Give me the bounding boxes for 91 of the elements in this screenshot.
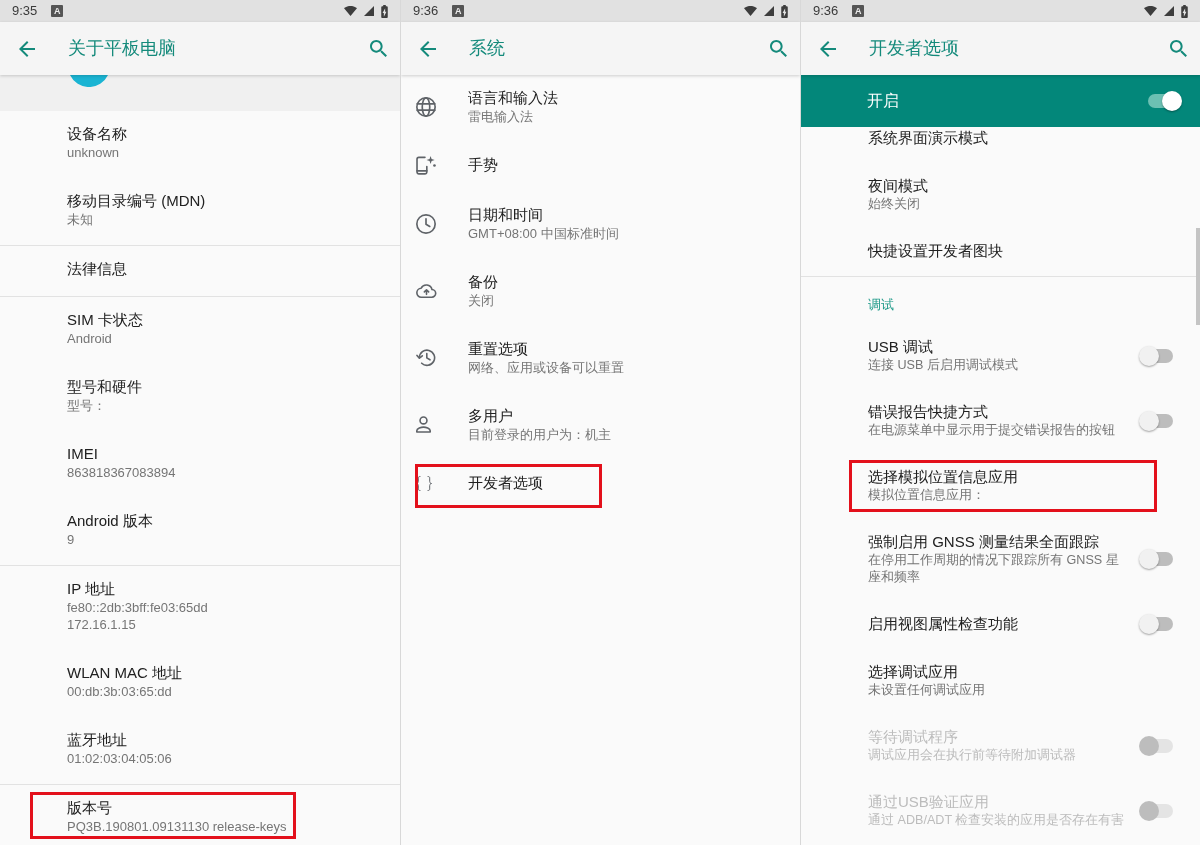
status-time: 9:35 (12, 2, 38, 21)
cell-signal-icon (1164, 6, 1174, 16)
setting-title[interactable]: 设备名称 (67, 124, 375, 144)
setting-title[interactable]: 多用户 (468, 406, 775, 426)
setting-title[interactable]: IP 地址 (67, 579, 375, 599)
setting-title[interactable]: 重置选项 (468, 339, 775, 359)
cell-signal-icon (364, 6, 374, 16)
setting-title[interactable]: 版本号 (67, 798, 375, 818)
setting-title[interactable]: 启用视图属性检查功能 (868, 614, 1126, 634)
wifi-icon (344, 6, 357, 16)
setting-title[interactable]: 手势 (468, 155, 775, 175)
phone-sparkle-icon (416, 155, 436, 175)
setting-summary: 目前登录的用户为：机主 (468, 426, 612, 443)
setting-summary: 未知 (67, 211, 94, 228)
avatar-icon (70, 75, 108, 87)
wifi-icon (1144, 6, 1157, 16)
setting-summary: GMT+08:00 中国标准时间 (468, 225, 620, 242)
setting-title[interactable]: 备份 (468, 272, 775, 292)
status-time: 9:36 (813, 2, 839, 21)
setting-summary: unknown (67, 144, 121, 161)
clock-icon (416, 213, 436, 234)
master-switch-bar[interactable]: 开启 (801, 75, 1200, 127)
page-title: 关于平板电脑 (68, 37, 176, 60)
setting-summary: 9 (67, 531, 76, 548)
wifi-icon (744, 6, 757, 16)
setting-summary: Android (67, 330, 113, 347)
setting-title[interactable]: Android 版本 (67, 511, 375, 531)
notification-icon: A (51, 5, 64, 17)
person-icon (416, 416, 431, 433)
globe-icon (416, 96, 436, 117)
battery-charging-icon (381, 4, 388, 18)
setting-title[interactable]: 开发者选项 (468, 473, 775, 493)
setting-summary: 863818367083894 (67, 464, 177, 481)
setting-title[interactable]: 选择模拟位置信息应用 (868, 467, 1175, 487)
setting-title[interactable]: USB 调试 (868, 337, 1126, 357)
setting-summary: 型号： (67, 397, 107, 414)
back-icon[interactable] (420, 40, 436, 57)
setting-title[interactable]: 快捷设置开发者图块 (868, 241, 1175, 261)
setting-title[interactable]: 强制启用 GNSS 测量结果全面跟踪 (868, 532, 1126, 552)
cell-signal-icon (764, 6, 774, 16)
toggle-switch[interactable] (1146, 91, 1182, 111)
setting-summary: 01:02:03:04:05:06 (67, 750, 173, 767)
toggle-switch[interactable] (1139, 345, 1175, 366)
toggle-switch[interactable] (1139, 549, 1175, 569)
setting-title: 等待调试程序 (868, 727, 959, 747)
setting-summary: 在电源菜单中显示用于提交错误报告的按钮 (868, 422, 1116, 439)
search-icon[interactable] (1170, 40, 1187, 57)
setting-summary: 未设置任何调试应用 (868, 682, 986, 699)
search-icon[interactable] (370, 40, 387, 57)
setting-summary: 始终关闭 (868, 196, 921, 213)
notification-icon: A (852, 5, 865, 17)
setting-title[interactable]: 日期和时间 (468, 205, 775, 225)
cloud-upload-icon (416, 283, 437, 298)
setting-summary: fe80::2db:3bff:fe03:65dd 172.16.1.15 (67, 599, 209, 633)
braces-icon (416, 475, 432, 491)
page-title: 开发者选项 (869, 37, 959, 60)
battery-charging-icon (1181, 4, 1188, 18)
setting-title[interactable]: 型号和硬件 (67, 377, 375, 397)
clock-arrow-icon (416, 348, 436, 367)
setting-title[interactable]: 法律信息 (67, 259, 375, 279)
setting-summary: 通过 ADB/ADT 检查安装的应用是否存在有害 (868, 812, 1126, 829)
battery-charging-icon (781, 4, 788, 18)
setting-title[interactable]: 蓝牙地址 (67, 730, 375, 750)
setting-title: 通过USB验证应用 (868, 792, 990, 812)
setting-title[interactable]: 系统界面演示模式 (868, 128, 1175, 148)
setting-title[interactable]: 错误报告快捷方式 (868, 402, 1126, 422)
setting-title[interactable]: 移动目录编号 (MDN) (67, 191, 375, 211)
setting-title[interactable]: 夜间模式 (868, 176, 1175, 196)
setting-title[interactable]: SIM 卡状态 (67, 310, 375, 330)
setting-summary: 连接 USB 后启用调试模式 (868, 357, 1019, 374)
setting-summary: 在停用工作周期的情况下跟踪所有 GNSS 星座和频率 (868, 552, 1120, 586)
setting-summary: 网络、应用或设备可以重置 (468, 359, 625, 376)
setting-summary: 雷电输入法 (468, 108, 534, 125)
setting-summary: 00:db:3b:03:65:dd (67, 683, 173, 700)
status-time: 9:36 (413, 2, 439, 21)
toggle-switch[interactable] (1139, 614, 1175, 634)
setting-summary: PQ3B.190801.09131130 release-keys (67, 818, 288, 835)
category-header: 调试 (867, 296, 895, 314)
notification-icon: A (452, 5, 465, 17)
setting-summary: 模拟位置信息应用： (868, 487, 986, 504)
setting-title[interactable]: 语言和输入法 (468, 88, 775, 108)
setting-summary: 关闭 (468, 292, 495, 309)
setting-title[interactable]: WLAN MAC 地址 (67, 663, 375, 683)
back-icon[interactable] (19, 40, 35, 57)
setting-title[interactable]: 选择调试应用 (868, 662, 1175, 682)
toggle-switch[interactable] (1139, 410, 1175, 431)
master-switch-label: 开启 (867, 91, 899, 111)
setting-title[interactable]: IMEI (67, 444, 375, 464)
page-title: 系统 (469, 37, 505, 60)
back-icon[interactable] (820, 40, 836, 57)
search-icon[interactable] (770, 40, 787, 57)
